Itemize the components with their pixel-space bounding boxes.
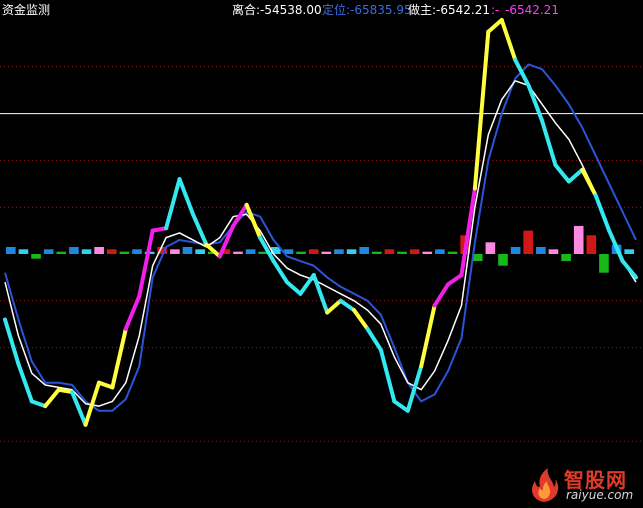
extra-label: :-	[491, 3, 500, 17]
bar-group	[6, 225, 634, 273]
zuozhu-segment	[378, 347, 397, 404]
volume-bar	[94, 246, 104, 254]
volume-bar	[573, 225, 584, 254]
volume-bar	[69, 246, 79, 254]
volume-bar	[523, 230, 534, 254]
zuozhu-value: 做主:-6542.21	[408, 3, 490, 17]
line-group	[3, 18, 638, 427]
zuozhu-segment	[352, 308, 370, 331]
zuozhu-segment	[580, 167, 598, 198]
volume-bar	[334, 249, 344, 254]
zuozhu-segment	[271, 259, 289, 285]
zuozhu-segment	[244, 202, 263, 240]
zuozhu-segment	[164, 177, 182, 231]
volume-bar	[498, 254, 508, 266]
volume-bar	[384, 249, 395, 254]
zuozhu-segment	[553, 163, 571, 184]
volume-bar	[43, 249, 54, 254]
zuozhu-segment	[566, 167, 585, 184]
lihe-value: 离合:-54538.00	[232, 3, 322, 17]
zuozhu-segment	[526, 83, 545, 123]
volume-bar	[233, 251, 243, 254]
volume-bar	[308, 249, 319, 254]
volume-bar	[321, 251, 332, 254]
volume-bar	[81, 249, 92, 254]
volume-bar	[119, 251, 130, 254]
volume-bar	[195, 249, 205, 254]
volume-bar	[447, 251, 458, 254]
zuozhu-segment	[392, 399, 410, 413]
volume-bar	[624, 249, 634, 254]
watermark: 智股网 raiyue.com	[526, 466, 638, 504]
zuozhu-segment	[325, 298, 343, 315]
volume-bar	[296, 251, 306, 254]
zuozhu-segment	[110, 326, 128, 390]
volume-bar	[182, 246, 193, 254]
volume-bar	[18, 249, 29, 254]
zuozhu-segment	[190, 212, 209, 247]
zuozhu-segment	[486, 18, 504, 34]
dingwei-value: 定位:-65835.95	[322, 3, 412, 17]
zuozhu-segment	[365, 326, 383, 352]
zuozhu-segment	[446, 273, 464, 287]
zuozhu-segment	[43, 387, 61, 409]
volume-bar	[106, 249, 117, 254]
volume-bar	[561, 254, 571, 262]
series-line-white	[4, 80, 637, 407]
extra-value: -6542.21	[505, 3, 559, 17]
indicator-name: 资金监测	[2, 3, 51, 17]
volume-bar	[510, 246, 521, 254]
volume-bar	[31, 254, 41, 259]
volume-bar	[359, 246, 369, 254]
volume-bar	[132, 249, 142, 254]
zuozhu-segment	[311, 273, 330, 315]
volume-bar	[371, 251, 382, 254]
volume-bar	[548, 249, 559, 254]
zuozhu-segment	[284, 280, 303, 296]
volume-bar	[599, 254, 609, 273]
zuozhu-segment	[419, 303, 437, 369]
flame-icon	[532, 468, 559, 502]
volume-bar	[346, 249, 357, 254]
indicator-chart	[0, 18, 643, 442]
zuozhu-segment	[338, 298, 357, 313]
zuozhu-segment	[540, 118, 558, 168]
watermark-brand-en: raiyue.com	[566, 488, 634, 502]
zuozhu-segment	[96, 380, 115, 390]
volume-bar	[409, 249, 420, 254]
volume-bar	[536, 246, 546, 254]
zuozhu-segment	[150, 226, 169, 233]
zuozhu-segment	[56, 387, 75, 395]
zuozhu-segment	[472, 29, 491, 191]
zuozhu-segment	[29, 399, 48, 409]
zuozhu-segment	[593, 193, 612, 233]
zuozhu-segment	[620, 259, 638, 280]
zuozhu-segment	[177, 177, 195, 217]
zuozhu-segment	[432, 282, 451, 308]
volume-bar	[397, 251, 407, 254]
volume-bar	[56, 251, 67, 254]
zuozhu-segment	[204, 242, 222, 259]
volume-bar	[245, 249, 256, 254]
zuozhu-segment	[499, 18, 518, 62]
volume-bar	[435, 249, 445, 254]
volume-bar	[422, 251, 433, 254]
volume-bar	[472, 254, 483, 262]
volume-bar	[6, 246, 16, 254]
volume-bar	[485, 242, 496, 254]
volume-bar	[586, 235, 597, 254]
volume-bar	[170, 249, 180, 254]
